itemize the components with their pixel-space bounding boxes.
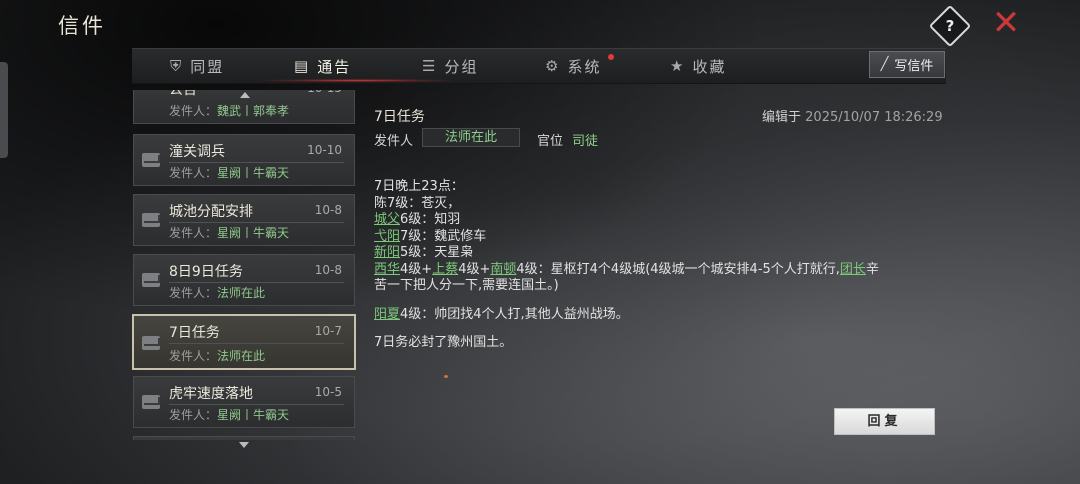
mail-title: 7日任务	[169, 325, 220, 341]
rank-label: 官位	[537, 134, 564, 149]
list-item[interactable]: 潼关调兵 10-10 发件人：星阙丨牛霸天	[133, 134, 355, 186]
body-line: 7日务必封了豫州国土。	[374, 335, 513, 350]
mail-sender: 发件人：魏武丨郭奉孝	[169, 104, 290, 118]
body-line: 阳夏4级：帅团找4个人打,其他人益州战场。	[374, 306, 629, 322]
mail-sender: 发件人：星阙丨牛霸天	[169, 226, 290, 240]
tab-label: 系统	[567, 57, 602, 76]
envelope-icon	[142, 213, 160, 227]
mail-date: 10-7	[314, 324, 342, 338]
mail-title: 城池分配安排	[169, 204, 253, 220]
list-icon: ☰	[422, 57, 438, 75]
help-icon: ?	[945, 17, 955, 35]
tab-system[interactable]: ⚙ 系统	[545, 49, 601, 83]
mail-sender: 发件人：法师在此	[169, 349, 266, 363]
mail-date: 10-8	[314, 263, 342, 277]
envelope-icon	[142, 336, 160, 350]
body-line: 7日晚上23点：	[374, 179, 464, 194]
list-item[interactable]	[133, 436, 355, 440]
body-line: 弋阳7级：魏武修车	[374, 228, 487, 244]
alliance-icon: ⛨	[170, 57, 184, 75]
mail-date: 10-5	[314, 385, 342, 399]
list-item-selected[interactable]: 7日任务 10-7 发件人：法师在此	[132, 314, 356, 370]
tab-favorites[interactable]: ★ 收藏	[670, 49, 726, 83]
mail-sender: 发件人：星阙丨牛霸天	[169, 166, 290, 180]
envelope-icon	[142, 273, 160, 287]
group-link[interactable]: 团长	[840, 262, 866, 277]
mail-sender: 发件人：星阙丨牛霸天	[169, 408, 290, 422]
write-mail-label: 写信件	[894, 59, 934, 74]
scroll-up-icon[interactable]	[240, 92, 250, 98]
mail-detail-title: 7日任务	[374, 109, 425, 125]
tab-label: 通告	[317, 57, 352, 76]
body-line: 城父6级：知羽	[374, 212, 461, 227]
side-edge-tab[interactable]	[0, 62, 8, 158]
city-link[interactable]: 弋阳	[374, 229, 400, 244]
city-link[interactable]: 上蔡	[432, 262, 458, 277]
gear-icon: ⚙	[545, 57, 561, 75]
body-line: 苦一下把人分一下,需要连国土。)	[374, 278, 559, 293]
city-link[interactable]: 新阳	[374, 245, 400, 260]
rank-value: 司徒	[572, 134, 599, 149]
tab-notice[interactable]: ▤ 通告	[294, 49, 351, 83]
ember-particle	[444, 375, 448, 378]
city-link[interactable]: 城父	[374, 212, 400, 227]
mail-date: 10-10	[307, 143, 342, 157]
mail-sender: 发件人：法师在此	[169, 286, 266, 300]
sender-name[interactable]: 法师在此	[422, 128, 520, 147]
list-item[interactable]: 虎牢速度落地 10-5 发件人：星阙丨牛霸天	[133, 376, 355, 428]
envelope-icon	[142, 153, 160, 167]
mail-title: 潼关调兵	[169, 144, 225, 160]
mail-list[interactable]: 公告 10-15 发件人：魏武丨郭奉孝 潼关调兵 10-10 发件人：星阙丨牛霸…	[132, 90, 357, 440]
mail-date: 10-15	[307, 90, 342, 95]
star-icon: ★	[670, 57, 686, 75]
mail-title: 虎牢速度落地	[169, 386, 253, 402]
body-line: 新阳5级：天星枭	[374, 245, 474, 260]
tab-bar: ⛨ 同盟 ▤ 通告 ☰ 分组 ⚙ 系统 ★ 收藏	[132, 48, 946, 84]
divider	[169, 162, 344, 163]
notice-icon: ▤	[294, 57, 311, 75]
body-line: 西华4级+上蔡4级+南顿4级：星枢打4个4级城(4级城一个城安排4-5个人打就行…	[374, 261, 879, 277]
write-mail-button[interactable]: ╱ 写信件	[869, 51, 945, 78]
tab-label: 同盟	[190, 57, 225, 76]
divider	[169, 343, 344, 344]
reply-button[interactable]: 回复	[834, 408, 935, 435]
sender-label: 发件人	[374, 134, 414, 149]
list-item[interactable]: 城池分配安排 10-8 发件人：星阙丨牛霸天	[133, 194, 355, 246]
body-line: 陈7级：苍灭，	[374, 195, 461, 211]
system-notification-badge	[608, 54, 614, 60]
tab-label: 收藏	[692, 57, 727, 76]
edited-timestamp: 编辑于 2025/10/07 18:26:29	[762, 110, 943, 125]
tab-label: 分组	[444, 57, 479, 76]
tab-groups[interactable]: ☰ 分组	[422, 49, 478, 83]
envelope-icon	[142, 395, 160, 409]
mail-title: 8日9日任务	[169, 264, 243, 280]
list-item[interactable]: 8日9日任务 10-8 发件人：法师在此	[133, 254, 355, 306]
mail-title: 公告	[169, 90, 197, 98]
close-icon[interactable]: ✕	[990, 6, 1022, 40]
divider	[169, 222, 344, 223]
scroll-down-icon[interactable]	[239, 442, 249, 448]
tab-alliance[interactable]: ⛨ 同盟	[170, 49, 224, 83]
city-link[interactable]: 阳夏	[374, 307, 400, 322]
help-button[interactable]: ?	[928, 4, 972, 48]
divider	[169, 282, 344, 283]
divider	[169, 404, 344, 405]
window-title: 信件	[58, 14, 106, 38]
pen-icon: ╱	[880, 57, 889, 72]
city-link[interactable]: 南顿	[490, 262, 516, 277]
city-link[interactable]: 西华	[374, 262, 400, 277]
mail-body: 7日晚上23点： 陈7级：苍灭， 城父6级：知羽 弋阳7级：魏武修车 新阳5级：…	[374, 179, 934, 352]
mail-date: 10-8	[314, 203, 342, 217]
